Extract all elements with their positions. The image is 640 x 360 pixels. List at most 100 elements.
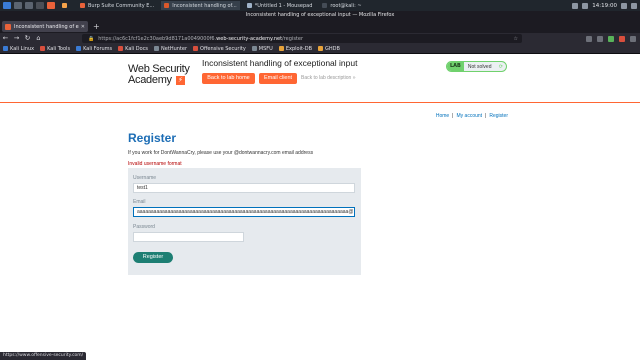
taskbar-window-label: *Untitled 1 - Mousepad [254,2,313,9]
taskbar-window-label: Burp Suite Community E... [88,2,155,9]
terminal-icon [322,3,328,8]
link-status-bar: https://www.offensive-security.com/ [0,352,87,360]
bookmark-label: Offensive Security [200,45,246,52]
bookmark-kali-tools[interactable]: Kali Tools [40,46,70,52]
register-link[interactable]: Register [489,113,508,119]
tab-strip: Inconsistent handling of e ✕ + [0,20,640,33]
os-taskbar: Burp Suite Community E... Inconsistent h… [0,0,640,11]
url-path: /register [282,35,304,42]
toolbar-extensions [586,33,636,44]
sidebar-icon[interactable] [597,35,603,42]
my-account-link[interactable]: My account [456,113,482,119]
mousepad-icon [246,3,252,8]
url-host: web-security-academy.net [216,35,283,42]
logo-text-line2: Academy [128,74,172,86]
firefox-icon [164,3,170,8]
taskbar-window-mousepad[interactable]: *Untitled 1 - Mousepad [244,1,316,10]
nav-separator: | [452,113,454,119]
back-to-lab-home-button[interactable]: Back to lab home [202,73,255,84]
bookmark-label: Kali Docs [125,45,149,52]
academy-header: Web Security Academy ⚡ Inconsistent hand… [0,55,640,103]
web-page: Web Security Academy ⚡ Inconsistent hand… [0,55,640,353]
email-client-button[interactable]: Email client [259,73,297,84]
ghdb-icon [318,46,324,51]
email-input[interactable]: aaaaaaaaaaaaaaaaaaaaaaaaaaaaaaaaaaaaaaaa… [133,207,355,217]
forward-arrow-icon[interactable]: → [11,33,22,44]
window-icon [62,3,67,8]
volume-icon[interactable] [582,2,589,9]
bookmark-kali-linux[interactable]: Kali Linux [3,46,34,52]
taskbar-window-0[interactable] [59,1,73,10]
lab-status-text: Not solved [467,63,492,70]
new-tab-button[interactable]: + [93,21,100,32]
kali-icon [3,46,8,51]
email-label: Email [133,199,146,205]
bookmark-kali-docs[interactable]: Kali Docs [118,46,148,52]
close-tab-icon[interactable]: ✕ [81,24,85,30]
register-button[interactable]: Register [133,252,173,263]
lab-title: Inconsistent handling of exceptional inp… [202,58,358,68]
status-icon: ⟳ [498,63,503,70]
bookmark-label: GHDB [325,45,340,52]
url-prefix: https://ac6c1fcf1e2c30aeb9d8171a0049000f… [98,35,217,42]
file-manager-icon[interactable] [25,2,33,9]
taskbar-window-terminal[interactable]: root@kali: ~ [319,1,364,10]
exploit-db-icon [278,46,284,51]
bookmark-exploit-db[interactable]: Exploit-DB [278,46,312,52]
bookmark-kali-forums[interactable]: Kali Forums [76,46,112,52]
username-label: Username [133,175,157,181]
kali-menu-icon[interactable] [3,2,11,9]
lock-icon[interactable]: 🔒 [88,36,94,42]
taskbar-window-firefox[interactable]: Inconsistent handling of... [161,1,240,10]
back-to-lab-description-link[interactable]: Back to lab description » [301,75,355,81]
username-input[interactable]: test1 [133,183,355,193]
bookmark-star-icon[interactable]: ☆ [514,36,518,42]
academy-logo-icon: ⚡ [176,76,185,85]
bookmark-label: MSFU [258,45,273,52]
taskbar-window-burp[interactable]: Burp Suite Community E... [77,1,157,10]
power-icon[interactable] [631,2,637,9]
terminal-icon[interactable] [36,2,44,9]
browser-tab-active[interactable]: Inconsistent handling of e ✕ [2,21,88,32]
menu-icon[interactable] [630,35,636,42]
dontwannacry-info: If you work for DontWannaCry, please use… [128,150,314,156]
extension-icon[interactable] [619,35,625,42]
tab-title: Inconsistent handling of e [14,23,79,30]
bookmark-label: Kali Linux [10,45,35,52]
account-nav: Home | My account | Register [436,113,508,119]
reload-icon[interactable]: ↻ [22,33,33,44]
register-form: Username test1 Email aaaaaaaaaaaaaaaaaaa… [128,168,361,275]
web-security-academy-logo[interactable]: Web Security Academy ⚡ [128,63,192,87]
window-title: Inconsistent handling of exceptional inp… [0,11,640,20]
bookmark-nethunter[interactable]: NetHunter [154,46,187,52]
bookmark-msfu[interactable]: MSFU [251,45,273,52]
password-label: Password [133,224,155,230]
error-message: Invalid username format [128,161,182,167]
back-arrow-icon[interactable]: ← [0,33,11,44]
extension-icon[interactable] [608,35,614,42]
bookmark-offensive-security[interactable]: Offensive Security [193,46,246,52]
msfu-icon [251,46,257,51]
nav-separator: | [485,113,487,119]
library-icon[interactable] [586,35,592,42]
firefox-launcher-icon[interactable] [47,2,55,9]
burp-icon [80,3,85,8]
home-link[interactable]: Home [436,113,449,119]
network-icon[interactable] [572,2,579,9]
bookmarks-toolbar: Kali Linux Kali Tools Kali Forums Kali D… [0,44,640,54]
bookmark-label: Kali Tools [47,45,71,52]
bookmark-label: NetHunter [161,45,188,52]
kali-forums-icon [76,46,82,51]
nethunter-icon [154,46,160,51]
password-input[interactable] [133,232,244,242]
lab-status-badge: LAB Not solved ⟳ [446,61,507,72]
bookmark-ghdb[interactable]: GHDB [318,46,340,52]
clock[interactable]: 14:19:00 [592,3,617,9]
home-icon[interactable]: ⌂ [33,33,44,44]
page-title: Register [128,131,177,145]
lock-screen-icon[interactable] [621,2,627,9]
desktop-icon[interactable] [14,2,22,9]
url-bar[interactable]: 🔒 https://ac6c1fcf1e2c30aeb9d8171a004900… [82,34,522,43]
bookmark-label: Kali Forums [83,45,113,52]
offsec-icon [193,46,199,51]
